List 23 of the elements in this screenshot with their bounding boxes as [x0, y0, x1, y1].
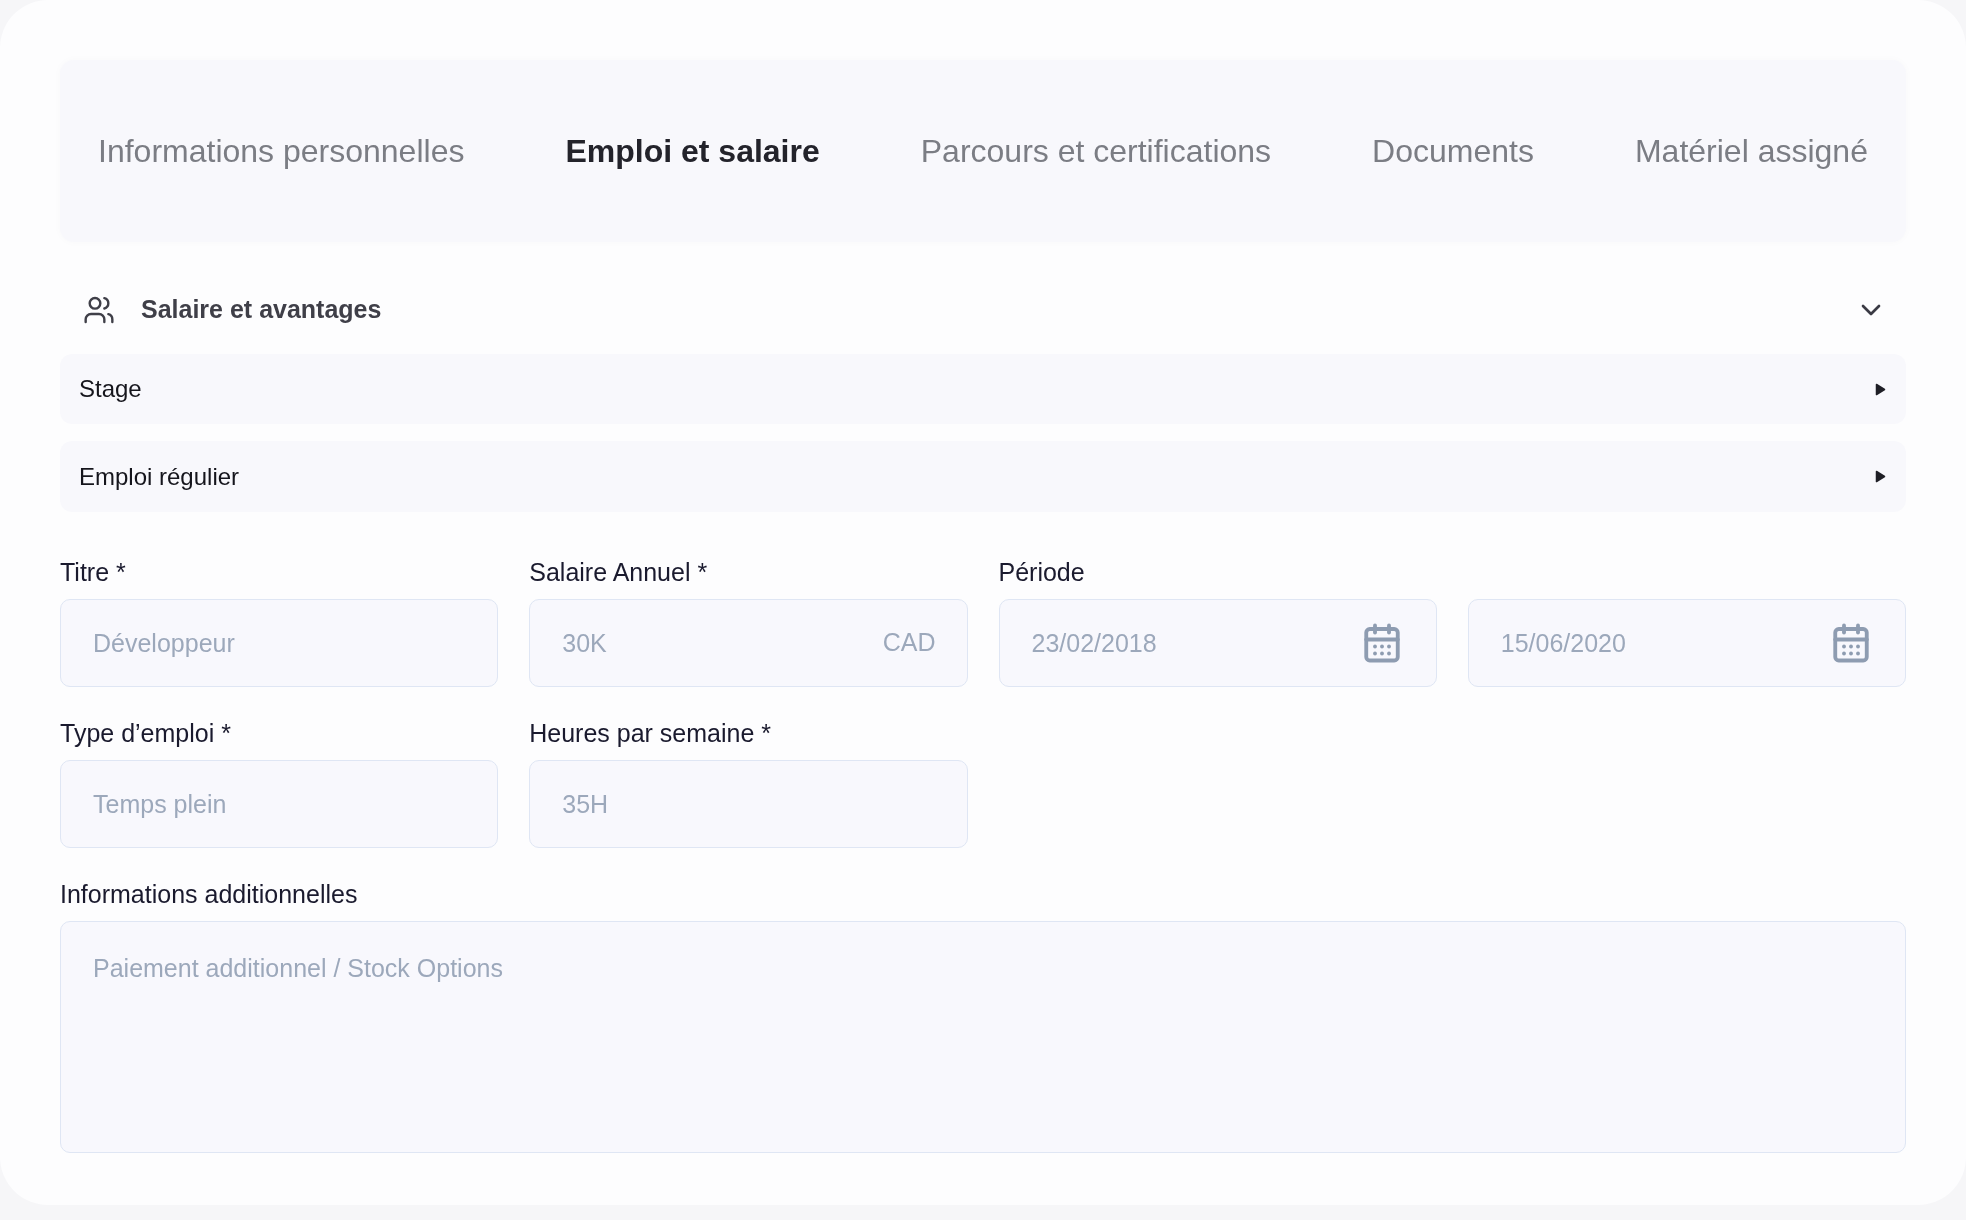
- tab[interactable]: Documents: [1372, 127, 1534, 175]
- field-label: Titre *: [60, 558, 126, 586]
- text-field[interactable]: 35H: [529, 760, 968, 848]
- field-label: Type d’emploi *: [60, 719, 231, 747]
- users-icon: [83, 294, 115, 326]
- currency-suffix: CAD: [882, 627, 936, 658]
- tab[interactable]: Matériel assigné: [1634, 127, 1868, 175]
- tab[interactable]: Parcours et certifications: [920, 127, 1272, 175]
- field-label: Informations additionnelles: [60, 880, 358, 908]
- accordion-item[interactable]: Emploi régulier: [60, 441, 1906, 512]
- date-field[interactable]: 23/02/2018: [998, 599, 1437, 687]
- tab[interactable]: Emploi et salaire: [565, 127, 820, 175]
- text-field[interactable]: Développeur: [60, 599, 499, 687]
- field-label: Période: [998, 558, 1085, 586]
- field-label: Heures par semaine *: [529, 719, 772, 747]
- section-title: Salaire et avantages: [141, 294, 382, 326]
- calendar-icon: [1830, 622, 1872, 664]
- date-field[interactable]: 15/06/2020: [1467, 599, 1906, 687]
- field-label: Salaire Annuel *: [529, 558, 708, 586]
- textarea-field[interactable]: Paiement additionnel / Stock Options: [60, 921, 1906, 1153]
- text-field[interactable]: Temps plein: [60, 760, 499, 848]
- accordion-item[interactable]: Stage: [60, 354, 1906, 424]
- tab[interactable]: Informations personnelles: [98, 127, 465, 175]
